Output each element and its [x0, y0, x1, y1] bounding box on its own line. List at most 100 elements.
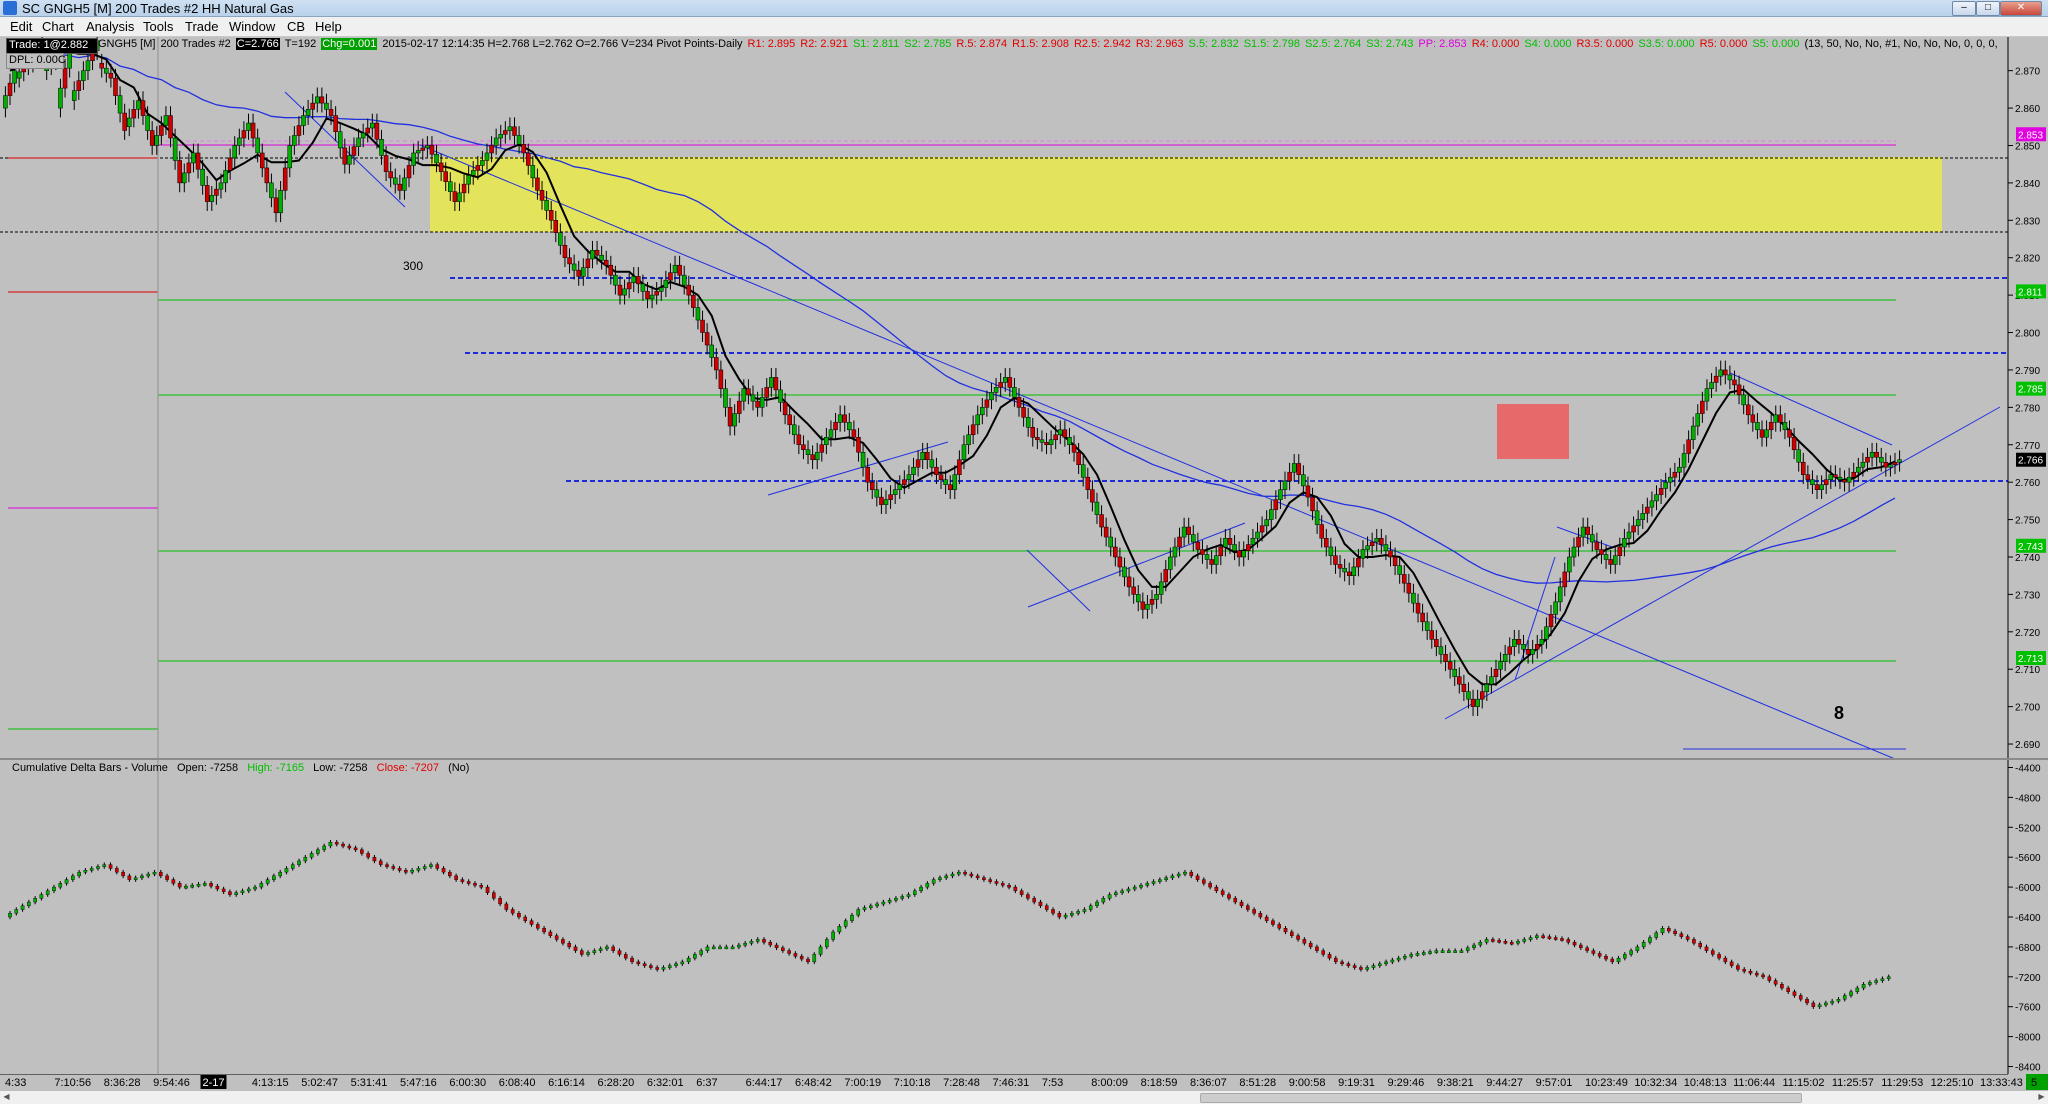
delta-bar-up [718, 946, 722, 950]
delta-chart[interactable]: -4400 -4800 -5200 -5600 -6000 -6400 -6800 -7200… [0, 760, 2048, 1074]
candle-up [1365, 545, 1370, 550]
trendline [1729, 372, 1893, 446]
candle-up [1846, 476, 1852, 483]
delta-bar-up [1132, 886, 1137, 890]
menu-cb[interactable]: CB [283, 18, 309, 35]
candle-up [1856, 466, 1861, 473]
candle-down [957, 459, 962, 475]
time-axis-badge-text: 5 [2031, 1077, 2037, 1089]
delta-bar-down [982, 877, 986, 880]
candle-up [223, 170, 228, 184]
delta-bar-up [1623, 954, 1627, 959]
candle-down [1218, 546, 1224, 556]
horizontal-scrollbar[interactable]: ◀ ▶ [0, 1090, 2048, 1104]
delta-bar-up [1861, 984, 1866, 989]
menu-analysis[interactable]: Analysis [82, 18, 138, 35]
delta-bar-up [605, 946, 609, 950]
candle-down [282, 167, 288, 191]
close-button[interactable]: ✕ [2000, 1, 2042, 16]
delta-bar-up [1371, 965, 1376, 968]
maximize-button[interactable]: □ [1976, 1, 2000, 16]
candle-up [1704, 388, 1710, 402]
candle-up [929, 459, 935, 468]
candle-up [347, 155, 352, 165]
candle-down [879, 496, 884, 505]
candle-down [108, 72, 114, 79]
delta-bar-down [127, 875, 132, 880]
info-bar-item: 2015-02-17 12:14:35 H=2.768 L=2.762 O=2.… [382, 38, 743, 50]
candle-down [1562, 571, 1568, 588]
price-tick-label: 2.700 [2015, 703, 2040, 714]
scrollbar-thumb[interactable] [1200, 1093, 1802, 1103]
candle-down [1392, 556, 1398, 566]
delta-bar-up [1114, 892, 1118, 895]
candle-up [1718, 369, 1723, 377]
delta-bar-down [781, 947, 785, 951]
time-label: 8:00:09 [1091, 1077, 1128, 1089]
delta-tick-label: -7600 [2015, 1003, 2041, 1014]
info-bar-item: R.5: 2.874 [956, 38, 1008, 50]
delta-pane[interactable]: -4400 -4800 -5200 -5600 -6000 -6400 -6800 -7200… [0, 760, 2048, 1074]
price-chart-pane[interactable]: 300 8 2.870 2.860 2.850 2.840 2.830 2.820 2.81… [0, 31, 2048, 760]
candle-down [1801, 461, 1806, 475]
minimize-button[interactable]: – [1952, 1, 1976, 16]
candle-down [521, 143, 526, 154]
delta-bar-down [372, 856, 377, 862]
candle-up [769, 377, 774, 388]
menu-trade[interactable]: Trade [181, 18, 222, 35]
delta-bar-up [1516, 941, 1520, 944]
candle-down [1631, 525, 1636, 533]
menu-chart[interactable]: Chart [38, 18, 78, 35]
candle-up [1539, 639, 1545, 645]
candle-down [328, 109, 334, 116]
dpl-label: DPL: 0.00C [9, 54, 66, 66]
delta-bar-down [165, 875, 169, 880]
candle-up [209, 195, 215, 202]
delta-bar-down [548, 931, 553, 936]
info-bar-item: R4: 0.000 [1471, 38, 1520, 50]
delta-bar-up [20, 905, 25, 910]
delta-bar-up [140, 875, 144, 879]
menu-window[interactable]: Window [225, 18, 279, 35]
delta-bar-down [1560, 938, 1564, 941]
app-icon [3, 1, 17, 15]
price-tick-label: 2.870 [2015, 67, 2040, 78]
candle-down [1525, 649, 1531, 655]
candle-down [1113, 546, 1118, 558]
candle-up [1663, 481, 1668, 489]
delta-bar-up [1465, 947, 1470, 951]
candle-down [1842, 479, 1847, 483]
delta-bar-down [1340, 961, 1344, 965]
candle-up [1828, 474, 1834, 480]
delta-bar-up [881, 901, 886, 905]
price-chart[interactable]: 300 8 2.870 2.860 2.850 2.840 2.830 2.820 2.81… [0, 31, 2048, 760]
time-label: 12:25:10 [1931, 1077, 1974, 1089]
menu-help[interactable]: Help [311, 18, 346, 35]
menu-edit[interactable]: Edit [6, 18, 36, 35]
candle-up [393, 177, 398, 185]
scroll-right-icon[interactable]: ▶ [2035, 1091, 2048, 1103]
candle-down [122, 112, 127, 131]
menu-tools[interactable]: Tools [139, 18, 177, 35]
info-bar-item: S.5: 2.832 [1188, 38, 1239, 50]
delta-bar-up [1641, 942, 1646, 948]
delta-bar-down [1296, 935, 1300, 940]
candle-up [1094, 501, 1100, 515]
delta-bar-down [454, 875, 458, 880]
delta-bar-down [1038, 901, 1043, 906]
candle-down [535, 177, 540, 191]
info-bar-item: S4: 0.000 [1524, 38, 1572, 50]
time-label: 9:57:01 [1536, 1077, 1573, 1089]
scroll-left-icon[interactable]: ◀ [0, 1091, 13, 1103]
delta-bar-up [743, 942, 747, 946]
delta-bar-down [1195, 875, 1200, 880]
delta-bar-up [416, 868, 421, 871]
delta-bar-down [353, 847, 358, 851]
candle-up [1067, 437, 1072, 446]
candle-down [1333, 555, 1338, 565]
time-label: 10:48:13 [1684, 1077, 1727, 1089]
candle-down [902, 479, 907, 485]
candle-up [145, 115, 150, 131]
candle-up [301, 115, 306, 126]
delta-bar-up [906, 894, 911, 897]
